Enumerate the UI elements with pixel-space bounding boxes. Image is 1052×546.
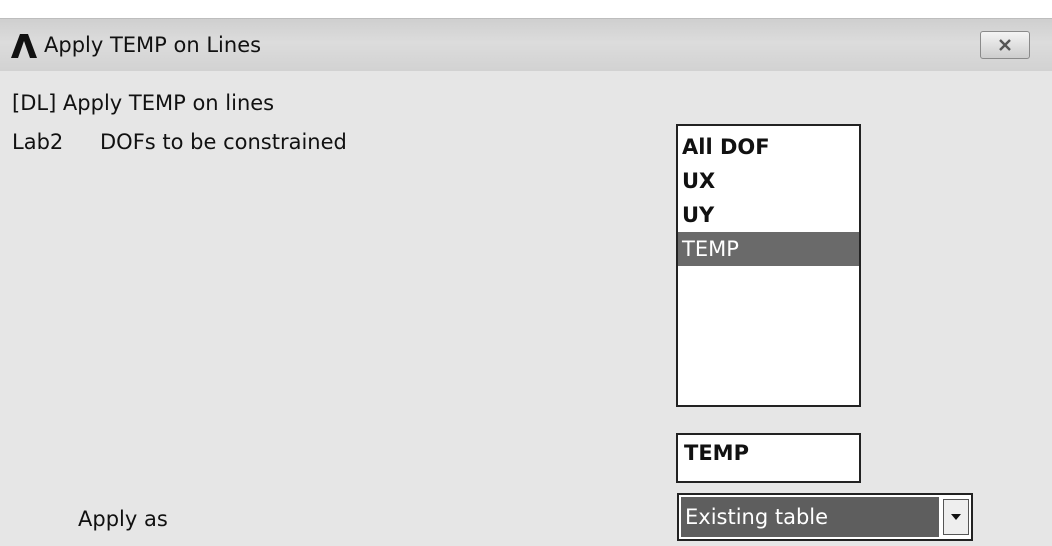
dialog-window: Apply TEMP on Lines [DL] Apply TEMP on l… — [0, 18, 1052, 546]
command-header: [DL] Apply TEMP on lines — [12, 91, 275, 115]
list-item-temp[interactable]: TEMP — [678, 232, 859, 266]
title-bar[interactable]: Apply TEMP on Lines — [0, 19, 1052, 71]
apply-as-selected-value: Existing table — [681, 497, 939, 537]
chevron-down-icon — [951, 514, 961, 520]
list-item-uy[interactable]: UY — [678, 198, 859, 232]
window-title: Apply TEMP on Lines — [44, 33, 262, 57]
lab2-key: Lab2 — [12, 130, 64, 154]
close-icon — [999, 39, 1011, 51]
dof-listbox[interactable]: All DOF UX UY TEMP — [676, 124, 861, 407]
apply-as-label: Apply as — [78, 507, 168, 531]
close-button[interactable] — [980, 31, 1030, 59]
dropdown-button[interactable] — [943, 499, 969, 535]
list-item-ux[interactable]: UX — [678, 164, 859, 198]
apply-as-dropdown[interactable]: Existing table — [677, 493, 973, 541]
dof-value-field[interactable]: TEMP — [676, 433, 861, 483]
list-item-all-dof[interactable]: All DOF — [678, 130, 859, 164]
lab2-description: DOFs to be constrained — [100, 130, 347, 154]
ansys-logo-icon — [11, 34, 37, 58]
